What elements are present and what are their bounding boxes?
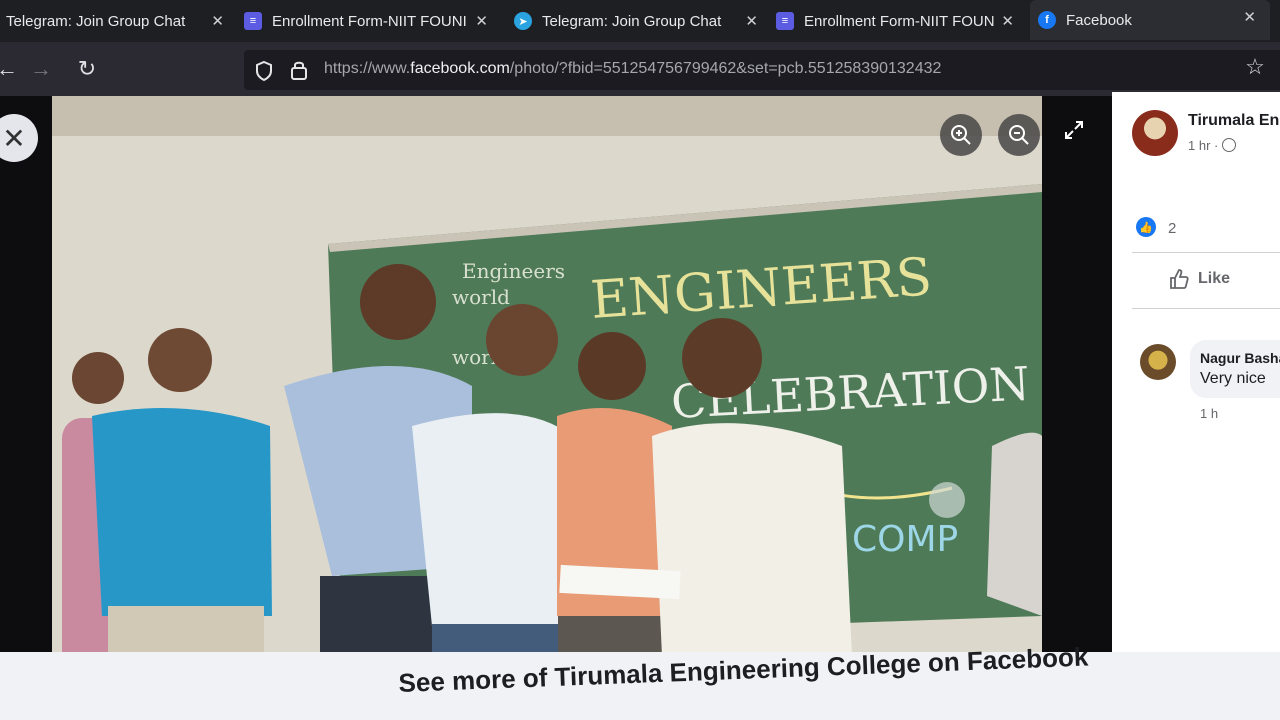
tab-close-icon[interactable]: ✕ [1001,12,1014,30]
post-details-panel: Tirumala En 1 hr · 👍 2 Like Nagur Basha … [1112,92,1280,652]
divider [1132,252,1280,253]
tab-enrollment-1[interactable]: ≡ Enrollment Form-NIIT FOUNI ✕ [244,4,494,38]
navigation-bar: ← → ↻ https://www.facebook.com/photo/?fb… [0,42,1280,96]
comment-text: Very nice [1200,370,1266,387]
comment-author[interactable]: Nagur Basha [1200,350,1280,366]
reaction-count[interactable]: 2 [1168,220,1176,237]
zoom-out-icon[interactable] [998,114,1040,156]
comment-time[interactable]: 1 h [1200,406,1218,421]
lock-icon[interactable] [290,59,308,81]
forms-icon: ≡ [244,12,262,30]
tab-enrollment-2[interactable]: ≡ Enrollment Form-NIIT FOUNI ✕ [776,4,1020,38]
like-button[interactable]: Like [1168,268,1230,290]
address-bar[interactable]: https://www.facebook.com/photo/?fbid=551… [244,50,1280,90]
tab-title: Enrollment Form-NIIT FOUNI [272,12,467,30]
divider [1132,308,1280,309]
fullscreen-icon[interactable] [1064,120,1084,146]
thumbs-up-icon [1170,269,1189,289]
url-text: https://www.facebook.com/photo/?fbid=551… [324,60,942,77]
group-photo-image: ENGINEERS CELEBRATION Engineers world wo… [52,96,1042,676]
tab-close-icon[interactable]: ✕ [475,12,488,30]
post-photo: ENGINEERS CELEBRATION Engineers world wo… [52,96,1042,676]
tab-telegram-1[interactable]: Telegram: Join Group Chat ✕ [0,4,230,38]
forward-icon[interactable]: → [28,56,54,82]
tab-close-icon[interactable]: ✕ [1243,8,1256,26]
forms-icon: ≡ [776,12,794,30]
shield-icon[interactable] [254,60,274,82]
facebook-icon: f [1038,11,1056,29]
commenter-avatar[interactable] [1140,344,1176,380]
tab-facebook[interactable]: f Facebook ✕ [1030,0,1270,40]
telegram-icon: ➤ [514,12,532,30]
reload-icon[interactable]: ↻ [74,56,100,82]
comment-bubble: Nagur Basha Very nice [1190,340,1280,398]
zoom-in-icon[interactable] [940,114,982,156]
tab-strip: Telegram: Join Group Chat ✕ ≡ Enrollment… [0,0,1280,42]
back-icon[interactable]: ← [0,56,20,82]
bookmark-star-icon[interactable]: ☆ [1242,54,1268,80]
tab-title: Telegram: Join Group Chat [6,12,186,30]
tab-title: Telegram: Join Group Chat [542,12,722,30]
board-note: COMP [852,519,958,560]
like-label: Like [1198,270,1231,287]
board-note: world [452,285,510,309]
tab-close-icon[interactable]: ✕ [211,12,224,30]
tab-title: Facebook [1066,11,1132,29]
tab-title: Enrollment Form-NIIT FOUNI [804,12,996,30]
tab-close-icon[interactable]: ✕ [745,12,758,30]
board-note: Engineers [462,259,565,283]
page-avatar[interactable] [1132,110,1178,156]
tab-telegram-2[interactable]: ➤ Telegram: Join Group Chat ✕ [514,4,764,38]
post-time[interactable]: 1 hr · [1188,138,1236,153]
login-banner: See more of Tirumala Engineering College… [0,642,1280,720]
page-name[interactable]: Tirumala En [1188,112,1279,130]
like-reaction-icon[interactable]: 👍 [1136,217,1156,237]
globe-icon [1221,138,1236,152]
